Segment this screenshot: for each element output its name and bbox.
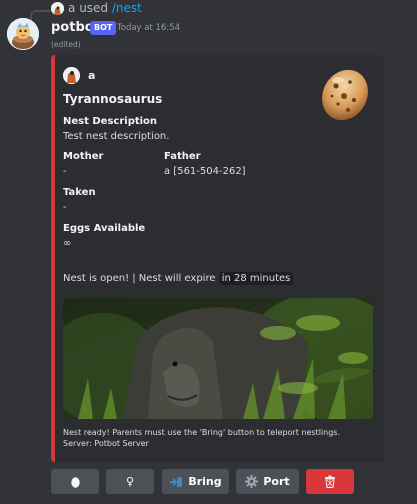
nest-expire-time: in 28 minutes — [218, 272, 294, 285]
field-label-father: Father — [164, 151, 201, 162]
field-label-description: Nest Description — [63, 116, 158, 127]
embed-footer-server: Server: Potbot Server — [63, 439, 149, 448]
field-value-description: Test nest description. — [63, 131, 170, 142]
embed-author-icon — [63, 67, 80, 84]
bring-label: Bring — [188, 475, 222, 488]
port-button[interactable]: Port — [236, 469, 299, 494]
delete-button[interactable] — [306, 469, 354, 494]
field-value-taken: - — [63, 202, 67, 213]
bot-avatar[interactable] — [7, 18, 39, 50]
reply-user-avatar[interactable] — [51, 2, 64, 15]
embed-footer: Nest ready! Parents must use the 'Bring'… — [63, 427, 373, 449]
egg-button[interactable] — [51, 469, 99, 494]
nest-status: Nest is open! | Nest will expire in 28 m… — [63, 272, 294, 285]
port-label: Port — [263, 475, 290, 488]
female-button[interactable]: ♀ — [106, 469, 154, 494]
embed-author-name: a — [88, 69, 96, 82]
egg-icon — [70, 476, 81, 488]
reply-user-name[interactable]: a — [68, 1, 75, 15]
bot-tag: BOT — [90, 21, 117, 35]
field-label-eggs: Eggs Available — [63, 223, 146, 234]
reply-command[interactable]: /nest — [112, 1, 142, 15]
field-value-mother: - — [63, 166, 67, 177]
female-symbol-icon: ♀ — [125, 475, 135, 488]
edited-label: (edited) — [51, 40, 81, 49]
reply-spine — [30, 10, 50, 21]
trash-icon — [324, 475, 336, 488]
reply-summary[interactable]: a used /nest — [68, 1, 142, 15]
teleport-icon — [169, 476, 183, 488]
reply-used-text: used — [79, 1, 109, 15]
field-value-father: a [561-504-262] — [164, 166, 246, 177]
field-value-eggs: ∞ — [63, 238, 72, 249]
bring-button[interactable]: Bring — [162, 469, 229, 494]
message-timestamp: Today at 16:54 — [117, 23, 181, 33]
embed-footer-instructions: Nest ready! Parents must use the 'Bring'… — [63, 428, 340, 437]
field-label-taken: Taken — [63, 187, 96, 198]
gear-icon — [245, 475, 259, 488]
egg-thumbnail[interactable] — [316, 66, 374, 122]
field-label-mother: Mother — [63, 151, 104, 162]
embed-title: Tyrannosaurus — [63, 92, 163, 106]
dinosaur-image[interactable] — [63, 298, 373, 419]
nest-status-prefix: Nest is open! | Nest will expire — [63, 273, 219, 284]
